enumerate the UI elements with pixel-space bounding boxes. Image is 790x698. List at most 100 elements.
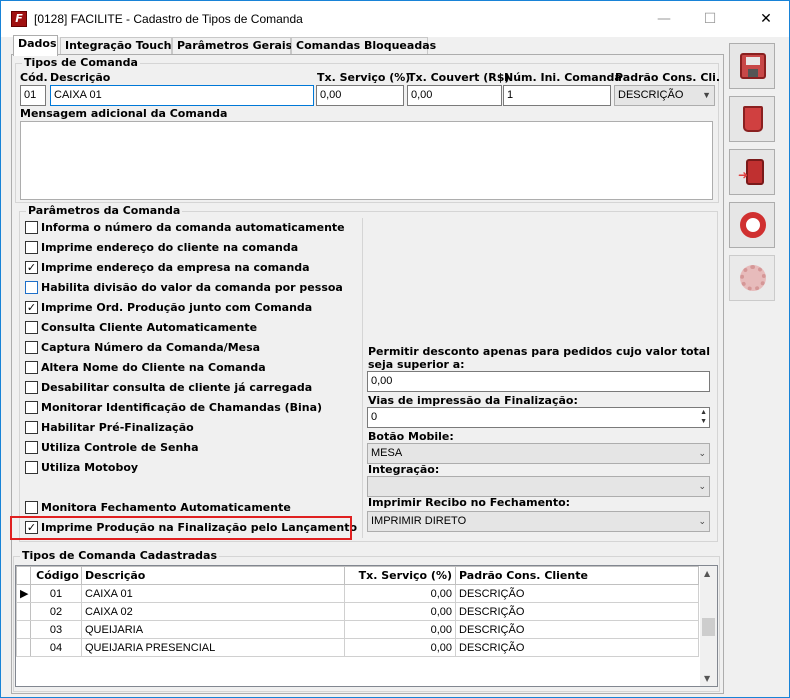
column-header[interactable] <box>16 566 31 585</box>
checkbox[interactable] <box>25 380 38 394</box>
column-header[interactable]: Tx. Serviço (%) <box>344 566 456 585</box>
scroll-thumb[interactable] <box>702 618 715 636</box>
settings-button[interactable] <box>729 255 775 301</box>
padrao-select[interactable]: DESCRIÇÃO ▼ <box>614 85 715 106</box>
botao-mobile-label: Botão Mobile: <box>368 430 454 443</box>
column-header[interactable]: Código <box>30 566 82 585</box>
group-title: Tipos de Comanda Cadastradas <box>20 549 220 562</box>
vias-spinner[interactable]: 0 ▲ ▼ <box>367 407 710 428</box>
check-item[interactable]: Utiliza Motoboy <box>25 460 138 477</box>
mensagem-textarea[interactable] <box>20 121 713 200</box>
integracao-select[interactable]: ⌄ <box>367 476 710 497</box>
padrao-label: Padrão Cons. Cli. <box>615 71 721 84</box>
save-button[interactable] <box>729 43 775 89</box>
column-header[interactable]: Padrão Cons. Cliente <box>455 566 699 585</box>
group-title: Parâmetros da Comanda <box>26 204 183 217</box>
minimize-button[interactable]: — <box>641 1 687 37</box>
delete-button[interactable] <box>729 96 775 142</box>
descricao-label: Descrição <box>50 71 111 84</box>
check-item[interactable]: ✓ Imprime endereço da empresa na comanda <box>25 260 310 277</box>
checkbox[interactable] <box>25 500 38 514</box>
highlight-box <box>10 516 352 540</box>
tx-servico-label: Tx. Serviço (%) <box>317 71 411 84</box>
desconto-field[interactable]: 0,00 <box>367 371 710 392</box>
checkbox-checked[interactable]: ✓ <box>25 300 38 314</box>
chevron-down-icon: ▼ <box>702 90 711 100</box>
tab-dados[interactable]: Dados <box>13 35 58 56</box>
close-button[interactable]: ✕ <box>743 1 789 37</box>
recibo-label: Imprimir Recibo no Fechamento: <box>368 496 571 509</box>
exit-button[interactable]: ➜ <box>729 149 775 195</box>
group-title: Tipos de Comanda <box>22 56 140 69</box>
num-ini-field[interactable]: 1 <box>503 85 611 106</box>
table-row[interactable]: ▶ 01 CAIXA 01 0,00 DESCRIÇÃO <box>16 584 699 603</box>
mensagem-label: Mensagem adicional da Comanda <box>20 107 228 120</box>
recibo-value: IMPRIMIR DIRETO <box>371 515 467 527</box>
codigo-field[interactable]: 01 <box>20 85 46 106</box>
descricao-field[interactable]: CAIXA 01 <box>50 85 314 106</box>
scroll-up-icon[interactable]: ▲ <box>704 569 710 578</box>
check-item[interactable]: Consulta Cliente Automaticamente <box>25 320 257 337</box>
checkbox-checked[interactable]: ✓ <box>25 260 38 274</box>
checkbox[interactable] <box>25 360 38 374</box>
botao-mobile-select[interactable]: MESA ⌄ <box>367 443 710 464</box>
check-item[interactable]: Monitorar Identificação de Chamandas (Bi… <box>25 400 322 417</box>
checkbox[interactable] <box>25 460 38 474</box>
checkbox[interactable] <box>25 440 38 454</box>
table-header: Código Descrição Tx. Serviço (%) Padrão … <box>16 566 699 585</box>
checkbox[interactable] <box>25 280 38 294</box>
check-item[interactable]: Informa o número da comanda automaticame… <box>25 220 345 237</box>
integracao-label: Integração: <box>368 463 440 476</box>
checkbox[interactable] <box>25 320 38 334</box>
checkbox[interactable] <box>25 240 38 254</box>
scroll-down-icon[interactable]: ▼ <box>704 674 710 683</box>
tab-integracao-touch[interactable]: Integração Touch <box>60 37 172 55</box>
num-ini-label: Núm. Ini. Comanda <box>504 71 622 84</box>
table-row[interactable]: 03 QUEIJARIA 0,00 DESCRIÇÃO <box>16 620 699 639</box>
title-bar[interactable]: F [0128] FACILITE - Cadastro de Tipos de… <box>1 1 789 37</box>
check-item[interactable]: Imprime endereço do cliente na comanda <box>25 240 298 257</box>
tab-parametros-gerais[interactable]: Parâmetros Gerais <box>172 37 292 55</box>
table-row[interactable]: 04 QUEIJARIA PRESENCIAL 0,00 DESCRIÇÃO <box>16 638 699 657</box>
checkbox[interactable] <box>25 340 38 354</box>
vias-value: 0 <box>371 411 378 423</box>
tx-couvert-label: Tx. Couvert (R$) <box>408 71 510 84</box>
check-item[interactable]: Habilitar Pré-Finalização <box>25 420 194 437</box>
arrow-right-icon: ➜ <box>738 168 749 182</box>
check-item[interactable]: Captura Número da Comanda/Mesa <box>25 340 260 357</box>
chevron-down-icon: ⌄ <box>698 516 706 526</box>
table-row[interactable]: 02 CAIXA 02 0,00 DESCRIÇÃO <box>16 602 699 621</box>
window-title: [0128] FACILITE - Cadastro de Tipos de C… <box>34 12 303 26</box>
help-button[interactable] <box>729 202 775 248</box>
check-item[interactable]: ✓ Imprime Ord. Produção junto com Comanda <box>25 300 312 317</box>
desconto-label-line1: Permitir desconto apenas para pedidos cu… <box>368 345 710 358</box>
app-logo-icon: F <box>11 11 27 27</box>
lifebuoy-icon <box>740 212 766 238</box>
tx-servico-field[interactable]: 0,00 <box>316 85 404 106</box>
main-window: F [0128] FACILITE - Cadastro de Tipos de… <box>0 0 790 698</box>
checkbox[interactable] <box>25 420 38 434</box>
row-pointer-icon: ▶ <box>16 584 31 603</box>
tab-comandas-bloqueadas[interactable]: Comandas Bloqueadas <box>291 37 436 55</box>
chevron-down-icon: ⌄ <box>698 481 706 491</box>
desconto-label-line2: seja superior a: <box>368 358 465 371</box>
cod-label: Cód. <box>20 71 48 84</box>
check-item[interactable]: Utiliza Controle de Senha <box>25 440 199 457</box>
spin-arrows-icon[interactable]: ▲ ▼ <box>700 408 707 426</box>
tx-couvert-field[interactable]: 0,00 <box>407 85 502 106</box>
botao-mobile-value: MESA <box>371 447 403 459</box>
exit-door-icon <box>746 159 764 185</box>
padrao-value: DESCRIÇÃO <box>618 89 684 101</box>
check-item[interactable]: Monitora Fechamento Automaticamente <box>25 500 291 517</box>
check-item[interactable]: Desabilitar consulta de cliente já carre… <box>25 380 312 397</box>
tipos-cadastradas-table[interactable]: Código Descrição Tx. Serviço (%) Padrão … <box>15 565 718 687</box>
checkbox[interactable] <box>25 400 38 414</box>
divider <box>362 218 363 538</box>
recibo-select[interactable]: IMPRIMIR DIRETO ⌄ <box>367 511 710 532</box>
column-header[interactable]: Descrição <box>81 566 345 585</box>
checkbox[interactable] <box>25 220 38 234</box>
check-item[interactable]: Habilita divisão do valor da comanda por… <box>25 280 343 297</box>
check-item[interactable]: Altera Nome do Cliente na Comanda <box>25 360 266 377</box>
maximize-button[interactable]: ☐ <box>687 1 733 37</box>
vertical-scrollbar[interactable]: ▲ ▼ <box>700 566 717 686</box>
